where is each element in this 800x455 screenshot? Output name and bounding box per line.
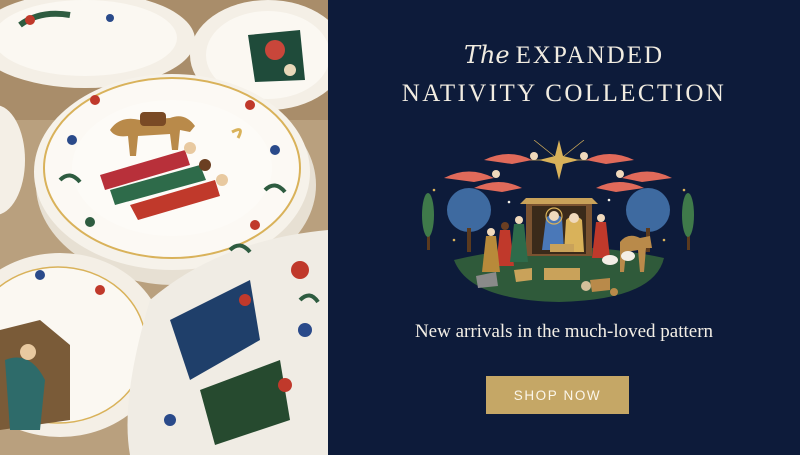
shop-now-button[interactable]: SHOP NOW [486, 376, 629, 414]
heading-line-1-text: EXPANDED [515, 42, 665, 69]
nativity-illustration [422, 140, 694, 302]
promo-banner[interactable]: The EXPANDED NATIVITY COLLECTION New arr… [0, 0, 800, 455]
collection-heading: The EXPANDED NATIVITY COLLECTION [328, 38, 800, 111]
nativity-plates-photo [0, 0, 328, 455]
heading-line-2: NATIVITY COLLECTION [401, 80, 727, 107]
product-photo[interactable] [0, 0, 328, 455]
heading-script-word: The [463, 41, 510, 69]
collection-subtitle: New arrivals in the much-loved pattern [414, 321, 714, 342]
heading-line-1: The EXPANDED [328, 38, 800, 73]
promo-panel: The EXPANDED NATIVITY COLLECTION New arr… [328, 0, 800, 455]
